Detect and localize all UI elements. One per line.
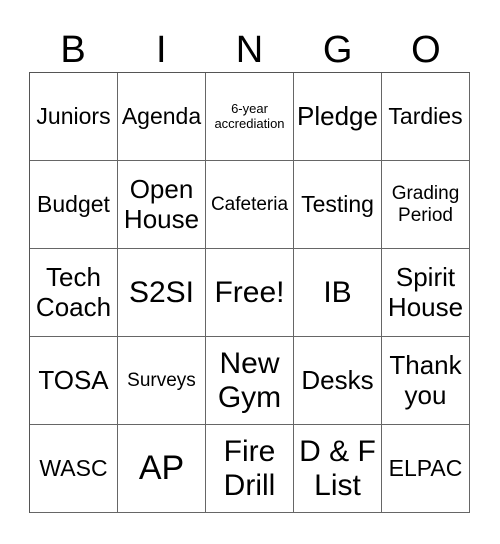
bingo-cell[interactable]: Surveys: [118, 337, 206, 425]
bingo-cell[interactable]: AP: [118, 425, 206, 513]
bingo-cell-text: WASC: [39, 454, 108, 481]
header-letter-b: B: [60, 29, 86, 71]
bingo-cell[interactable]: TOSA: [30, 337, 118, 425]
bingo-cell[interactable]: Tardies: [382, 73, 470, 161]
bingo-cell[interactable]: Pledge: [294, 73, 382, 161]
bingo-cell[interactable]: IB: [294, 249, 382, 337]
bingo-cell-text: Testing: [301, 190, 374, 217]
bingo-cell-text: TOSA: [38, 364, 109, 395]
bingo-cell[interactable]: Grading Period: [382, 161, 470, 249]
bingo-cell-text: 6-year accrediation: [214, 100, 285, 131]
bingo-cell[interactable]: Cafeteria: [206, 161, 294, 249]
bingo-cell-text: ELPAC: [388, 454, 463, 481]
bingo-cell[interactable]: Tech Coach: [30, 249, 118, 337]
header-letter-g: G: [322, 29, 353, 71]
bingo-cell-text: Agenda: [121, 102, 202, 129]
bingo-cell[interactable]: Agenda: [118, 73, 206, 161]
bingo-cell-text: Cafeteria: [210, 193, 289, 215]
bingo-cell[interactable]: D & F List: [294, 425, 382, 513]
bingo-cell[interactable]: WASC: [30, 425, 118, 513]
bingo-cell-text: Grading Period: [391, 183, 460, 226]
bingo-cell-text: Spirit House: [387, 262, 464, 322]
bingo-header: B I N G O: [29, 28, 470, 72]
bingo-grid: Juniors Agenda 6-year accrediation Pledge Ta…: [29, 72, 470, 513]
bingo-cell-text: Pledge: [297, 100, 378, 131]
bingo-cell-text: Tardies: [388, 102, 463, 129]
bingo-cell[interactable]: Free!: [206, 249, 294, 337]
bingo-cell-text: New Gym: [217, 346, 282, 414]
bingo-cell-text: Desks: [301, 364, 374, 395]
bingo-cell[interactable]: Spirit House: [382, 249, 470, 337]
bingo-cell[interactable]: Fire Drill: [206, 425, 294, 513]
header-letter-n: N: [235, 29, 264, 71]
bingo-cell[interactable]: Juniors: [30, 73, 118, 161]
bingo-cell-text: AP: [138, 449, 185, 488]
bingo-cell-text: Open House: [123, 174, 200, 234]
bingo-cell-text: IB: [323, 275, 352, 309]
bingo-cell-text: D & F List: [299, 434, 376, 502]
bingo-cell[interactable]: Open House: [118, 161, 206, 249]
bingo-cell-text: Surveys: [127, 369, 196, 391]
bingo-cell[interactable]: Desks: [294, 337, 382, 425]
bingo-cell[interactable]: New Gym: [206, 337, 294, 425]
bingo-cell[interactable]: ELPAC: [382, 425, 470, 513]
bingo-cell[interactable]: Thank you: [382, 337, 470, 425]
bingo-cell[interactable]: S2SI: [118, 249, 206, 337]
header-letter-i: I: [156, 29, 167, 71]
bingo-cell-text: Juniors: [36, 102, 111, 129]
bingo-cell[interactable]: 6-year accrediation: [206, 73, 294, 161]
bingo-cell[interactable]: Budget: [30, 161, 118, 249]
bingo-cell-text: Fire Drill: [223, 434, 276, 502]
bingo-cell-text: Tech Coach: [35, 262, 112, 322]
bingo-cell-text: S2SI: [128, 275, 195, 309]
bingo-cell-text: Thank you: [389, 350, 462, 410]
header-letter-o: O: [411, 29, 441, 71]
bingo-cell-text: Free!: [214, 275, 285, 309]
bingo-cell[interactable]: Testing: [294, 161, 382, 249]
bingo-cell-text: Budget: [37, 190, 110, 217]
